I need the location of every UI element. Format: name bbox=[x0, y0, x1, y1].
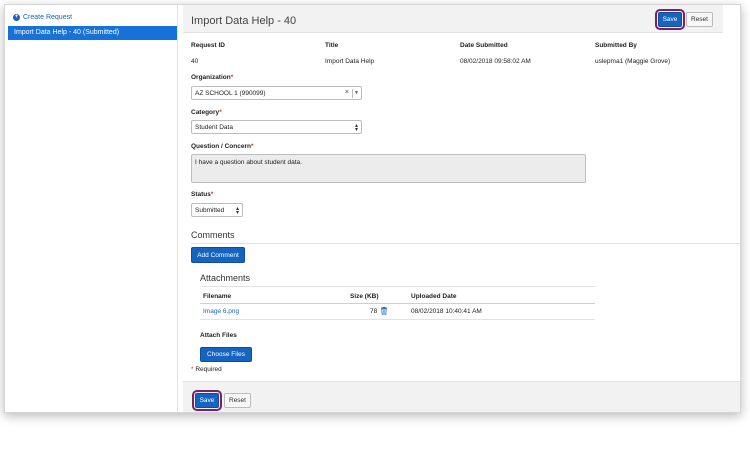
close-icon[interactable]: × bbox=[345, 89, 349, 96]
reset-button-label: Reset bbox=[229, 397, 246, 404]
title-value: Import Data Help bbox=[325, 58, 375, 65]
attachment-size: 78 bbox=[370, 308, 378, 315]
app-window: + Create Request Import Data Help - 40 (… bbox=[4, 4, 741, 413]
title-header: Title bbox=[325, 42, 339, 49]
size-column-header: Size (KB) bbox=[350, 293, 379, 300]
request-id-header: Request ID bbox=[191, 42, 225, 49]
comments-heading: Comments bbox=[191, 230, 235, 240]
submitted-by-header: Submitted By bbox=[595, 42, 637, 49]
header-bar: Import Data Help - 40 Save Reset bbox=[183, 5, 723, 33]
main-panel: Import Data Help - 40 Save Reset Request… bbox=[183, 5, 740, 412]
status-select[interactable]: Submitted ▴ ▾ bbox=[191, 203, 243, 217]
submitted-by-value: uslepma1 (Maggie Grove) bbox=[595, 58, 671, 65]
attachment-uploaded-date: 08/02/2018 10:40:41 AM bbox=[411, 308, 482, 315]
category-select[interactable]: Student Data ▴ ▾ bbox=[191, 120, 362, 134]
status-label: Status* bbox=[191, 191, 214, 198]
organization-label: Organization* bbox=[191, 74, 234, 81]
request-id-value: 40 bbox=[191, 58, 199, 65]
organization-value: AZ SCHOOL 1 (990099) bbox=[195, 89, 266, 97]
attachment-filename-link[interactable]: Image 6.png bbox=[203, 308, 239, 315]
reset-button-label: Reset bbox=[691, 16, 708, 23]
attach-files-label: Attach Files bbox=[200, 332, 237, 339]
divider bbox=[200, 319, 595, 320]
sidebar-item-import-data-help[interactable]: Import Data Help - 40 (Submitted) bbox=[8, 26, 177, 40]
divider bbox=[191, 243, 740, 244]
category-label: Category* bbox=[191, 109, 222, 116]
reset-button-bottom[interactable]: Reset bbox=[224, 393, 251, 408]
save-button-bottom[interactable]: Save bbox=[192, 390, 222, 411]
reset-button-top[interactable]: Reset bbox=[686, 12, 713, 27]
required-note: * Required bbox=[191, 366, 222, 373]
save-button-label: Save bbox=[199, 397, 215, 404]
updown-arrows-icon: ▴ ▾ bbox=[235, 206, 239, 216]
sidebar: + Create Request Import Data Help - 40 (… bbox=[5, 5, 178, 412]
attachments-heading: Attachments bbox=[200, 273, 251, 283]
create-request-link[interactable]: + Create Request bbox=[13, 14, 72, 21]
chevron-down-icon[interactable]: ▼ bbox=[352, 89, 360, 98]
question-textarea[interactable]: I have a question about student data. bbox=[191, 154, 586, 183]
page-title: Import Data Help - 40 bbox=[191, 15, 297, 27]
organization-select[interactable]: AZ SCHOOL 1 (990099) × ▼ bbox=[191, 86, 362, 100]
divider bbox=[200, 303, 595, 304]
choose-files-label: Choose Files bbox=[207, 351, 245, 358]
updown-arrows-icon: ▴ ▾ bbox=[354, 123, 358, 133]
date-submitted-value: 08/02/2018 09:58:02 AM bbox=[460, 58, 531, 65]
status-value: Submitted bbox=[195, 206, 225, 214]
date-submitted-header: Date Submitted bbox=[460, 42, 508, 49]
plus-circle-icon: + bbox=[13, 14, 20, 21]
save-button-label: Save bbox=[662, 16, 678, 23]
question-label: Question / Concern* bbox=[191, 143, 254, 150]
filename-column-header: Filename bbox=[203, 293, 232, 300]
uploaded-date-column-header: Uploaded Date bbox=[411, 293, 457, 300]
divider bbox=[200, 286, 595, 287]
category-value: Student Data bbox=[195, 123, 233, 131]
save-button-top[interactable]: Save bbox=[655, 9, 685, 30]
add-comment-label: Add Comment bbox=[197, 251, 239, 259]
trash-icon[interactable] bbox=[381, 307, 387, 315]
footer-bar: Save Reset bbox=[183, 381, 740, 412]
sidebar-item-label: Import Data Help - 40 (Submitted) bbox=[14, 29, 120, 36]
choose-files-button[interactable]: Choose Files bbox=[200, 347, 252, 362]
add-comment-button[interactable]: Add Comment bbox=[191, 247, 245, 263]
question-value: I have a question about student data. bbox=[195, 159, 302, 166]
create-request-label: Create Request bbox=[23, 14, 73, 21]
